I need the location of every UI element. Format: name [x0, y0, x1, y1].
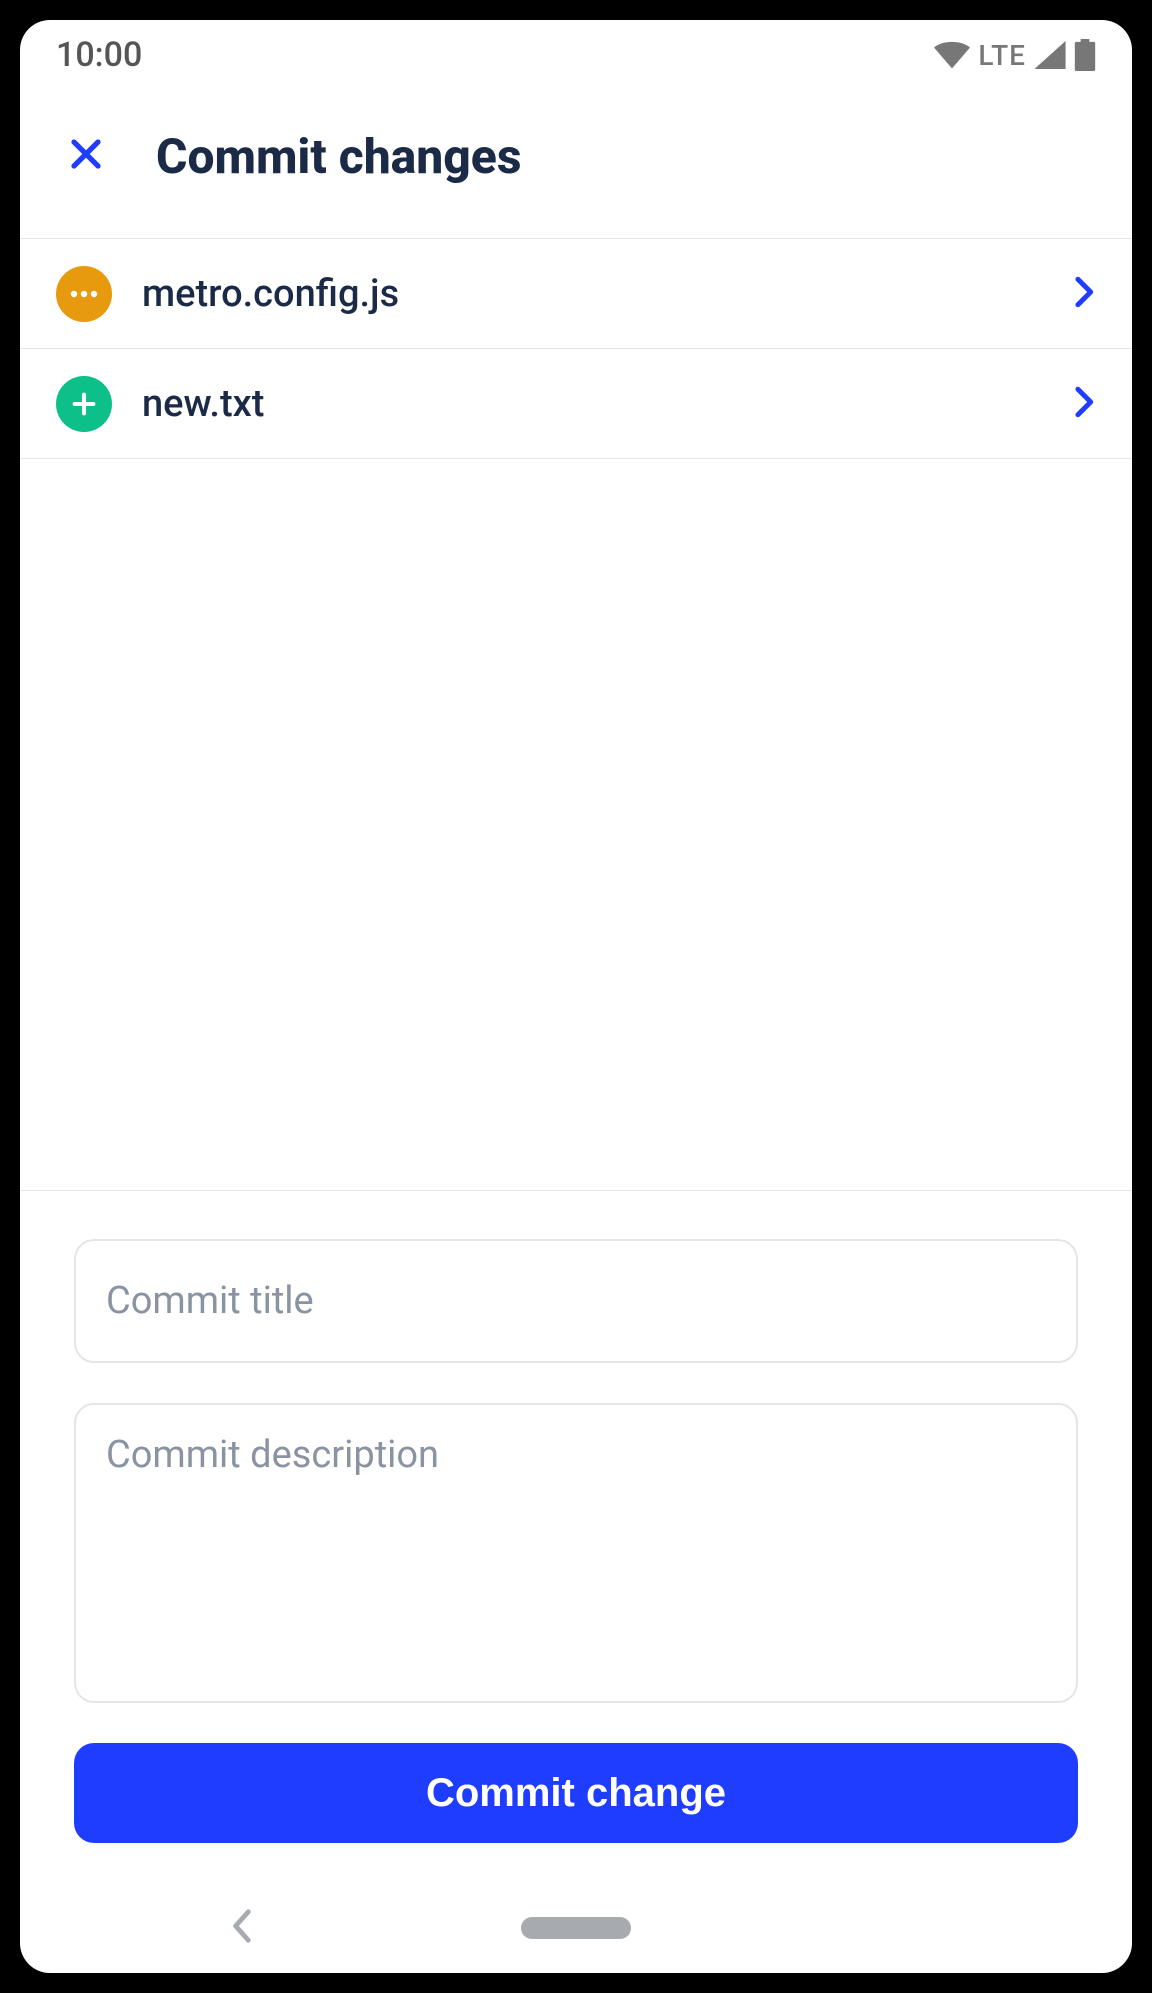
battery-icon — [1074, 39, 1096, 71]
commit-form: Commit change — [20, 1190, 1132, 1883]
file-row[interactable]: metro.config.js — [20, 239, 1132, 349]
file-name: new.txt — [142, 382, 1044, 426]
header: Commit changes — [20, 90, 1132, 238]
page-title: Commit changes — [156, 128, 521, 185]
commit-button[interactable]: Commit change — [74, 1743, 1078, 1843]
chevron-right-icon — [1074, 275, 1096, 313]
status-time: 10:00 — [56, 35, 142, 75]
system-nav-bar — [20, 1883, 1132, 1973]
added-icon — [56, 376, 112, 432]
file-name: metro.config.js — [142, 272, 1044, 316]
file-row[interactable]: new.txt — [20, 349, 1132, 459]
chevron-right-icon — [1074, 385, 1096, 423]
commit-title-input[interactable] — [74, 1239, 1078, 1363]
status-icons: LTE — [934, 39, 1096, 72]
network-label: LTE — [978, 39, 1026, 72]
nav-back-button[interactable] — [230, 1907, 254, 1949]
close-button[interactable] — [56, 126, 116, 186]
cell-signal-icon — [1034, 41, 1066, 69]
commit-description-input[interactable] — [74, 1403, 1078, 1703]
wifi-icon — [934, 41, 970, 69]
status-bar: 10:00 LTE — [20, 20, 1132, 90]
nav-home-pill[interactable] — [521, 1917, 631, 1939]
close-icon — [68, 136, 104, 176]
modified-icon — [56, 266, 112, 322]
device-frame: 10:00 LTE Commit changes — [20, 20, 1132, 1973]
spacer — [20, 459, 1132, 1190]
chevron-left-icon — [230, 1930, 254, 1949]
file-list: metro.config.js new.txt — [20, 238, 1132, 459]
